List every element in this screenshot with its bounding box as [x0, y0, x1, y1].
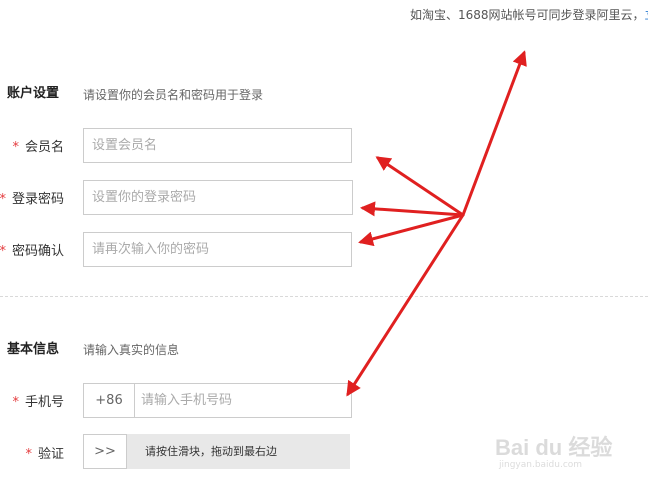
- required-mark: *: [0, 192, 6, 207]
- login-password-label: * 登录密码: [0, 188, 64, 207]
- slide-verify-text: 请按住滑块，拖动到最右边: [145, 445, 277, 458]
- sync-login-note: 如淘宝、1688网站帐号可同步登录阿里云，立: [410, 6, 648, 23]
- account-section-title: 账户设置: [7, 86, 60, 101]
- section-divider: [0, 296, 648, 297]
- sync-login-link[interactable]: 立: [645, 8, 648, 22]
- arrow-to-member-name: [375, 156, 465, 217]
- required-mark: *: [12, 140, 19, 155]
- basic-section-title: 基本信息: [7, 342, 60, 357]
- required-mark: *: [0, 244, 6, 259]
- confirm-password-label-text: 密码确认: [11, 244, 64, 259]
- login-password-input[interactable]: [83, 180, 353, 215]
- required-mark: *: [25, 447, 32, 462]
- baidu-jingyan-watermark: Bai du 经验 jingyan.baidu.com: [495, 430, 635, 480]
- country-code-select[interactable]: +86: [84, 384, 135, 417]
- phone-label: * 手机号: [12, 391, 64, 410]
- arrow-to-confirm-password: [358, 213, 465, 247]
- phone-field: +86: [83, 383, 352, 418]
- phone-input[interactable]: [135, 384, 351, 417]
- account-section-hint: 请设置你的会员名和密码用于登录: [83, 88, 264, 102]
- confirm-password-input[interactable]: [83, 232, 352, 267]
- confirm-password-label: * 密码确认: [0, 240, 64, 259]
- arrow-to-phone: [346, 213, 465, 397]
- watermark-url: jingyan.baidu.com: [499, 460, 583, 470]
- basic-section-hint: 请输入真实的信息: [83, 343, 180, 357]
- verify-label: * 验证: [25, 443, 64, 462]
- login-password-label-text: 登录密码: [11, 192, 64, 207]
- sync-login-note-text: 如淘宝、1688网站帐号可同步登录阿里云，: [410, 8, 645, 22]
- member-name-label: * 会员名: [12, 136, 64, 155]
- watermark-brand: Bai du 经验: [495, 435, 613, 460]
- arrow-to-top-note: [461, 50, 527, 217]
- member-name-input[interactable]: [83, 128, 352, 163]
- slide-verify-track: >> 请按住滑块，拖动到最右边: [83, 434, 350, 469]
- phone-label-text: 手机号: [24, 395, 64, 410]
- member-name-label-text: 会员名: [24, 140, 64, 155]
- slide-verify-handle[interactable]: >>: [83, 434, 127, 469]
- verify-label-text: 验证: [37, 447, 64, 462]
- required-mark: *: [12, 395, 19, 410]
- arrow-to-login-password: [360, 201, 465, 217]
